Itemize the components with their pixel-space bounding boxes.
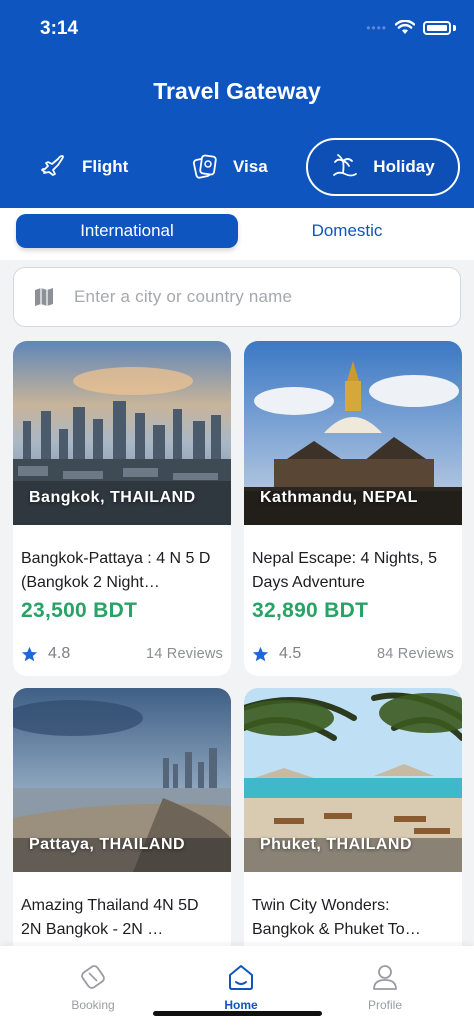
package-meta: 4.5 84 Reviews [252,644,454,664]
package-title: Bangkok-Pattaya : 4 N 5 D (Bangkok 2 Nig… [21,550,211,591]
app-header: 3:14 •••• Travel Gateway Flight Visa Hol… [0,0,474,208]
star-icon [252,646,269,661]
passport-icon [192,154,217,179]
tab-holiday[interactable]: Holiday [306,138,460,196]
package-image: Pattaya, THAILAND [13,688,231,872]
package-rating: 4.8 [21,645,70,663]
review-count: 14 Reviews [146,646,223,662]
search-input[interactable]: Enter a city or country name [74,287,292,307]
profile-icon [373,965,397,990]
tabbar-profile[interactable]: Profile [335,962,435,1012]
review-count: 84 Reviews [377,646,454,662]
segment-domestic[interactable]: Domestic [240,214,454,248]
tabbar-booking-label: Booking [71,998,115,1012]
package-meta: 4.8 14 Reviews [21,644,223,664]
package-title: Nepal Escape: 4 Nights, 5 Days Adventure [252,550,437,591]
package-image: Phuket, THAILAND [244,688,462,872]
tabbar-home-label: Home [224,998,258,1012]
island-icon [333,154,358,177]
rating-value: 4.5 [279,645,302,662]
tab-holiday-label: Holiday [373,157,435,176]
status-icons: •••• [366,20,456,35]
package-price: 32,890 BDT [252,599,369,622]
star-icon [21,646,38,661]
package-image: Kathmandu, NEPAL [244,341,462,525]
home-icon [229,965,253,990]
package-card[interactable]: Pattaya, THAILAND Amazing Thailand 4N 5D… [13,688,231,978]
map-icon [35,288,53,306]
package-location: Pattaya, THAILAND [29,836,186,853]
package-location: Kathmandu, NEPAL [260,489,418,506]
package-card[interactable]: Phuket, THAILAND Twin City Wonders: Bang… [244,688,462,978]
package-rating: 4.5 [252,645,301,663]
booking-icon [81,965,105,989]
package-title: Amazing Thailand 4N 5D 2N Bangkok - 2N … [21,897,199,938]
tab-flight-label: Flight [82,157,129,176]
wifi-icon [395,20,415,34]
tab-visa[interactable]: Visa [191,138,268,196]
tab-flight[interactable]: Flight [40,138,128,196]
signal-dots-icon: •••• [366,20,387,35]
app-title: Travel Gateway [153,78,321,104]
tabbar-home[interactable]: Home [191,962,291,1012]
rating-value: 4.8 [48,645,71,662]
tab-visa-label: Visa [233,157,268,176]
status-time: 3:14 [40,18,79,39]
package-card[interactable]: Kathmandu, NEPAL Nepal Escape: 4 Nights,… [244,341,462,676]
package-image: Bangkok, THAILAND [13,341,231,525]
tabbar-profile-label: Profile [367,998,402,1012]
airplane-icon [41,155,64,176]
category-tabs: Flight Visa Holiday [0,138,474,196]
package-card[interactable]: Bangkok, THAILAND Bangkok-Pattaya : 4 N … [13,341,231,676]
scope-segmented-control: International Domestic [0,208,474,260]
destination-search[interactable]: Enter a city or country name [13,267,461,327]
package-location: Bangkok, THAILAND [29,489,196,506]
tabbar-booking[interactable]: Booking [43,962,143,1012]
package-location: Phuket, THAILAND [260,836,412,853]
battery-icon [423,20,451,35]
home-indicator [153,1011,322,1016]
package-price: 23,500 BDT [21,599,138,622]
package-title: Twin City Wonders: Bangkok & Phuket To… [252,897,421,938]
segment-international[interactable]: International [16,214,238,248]
